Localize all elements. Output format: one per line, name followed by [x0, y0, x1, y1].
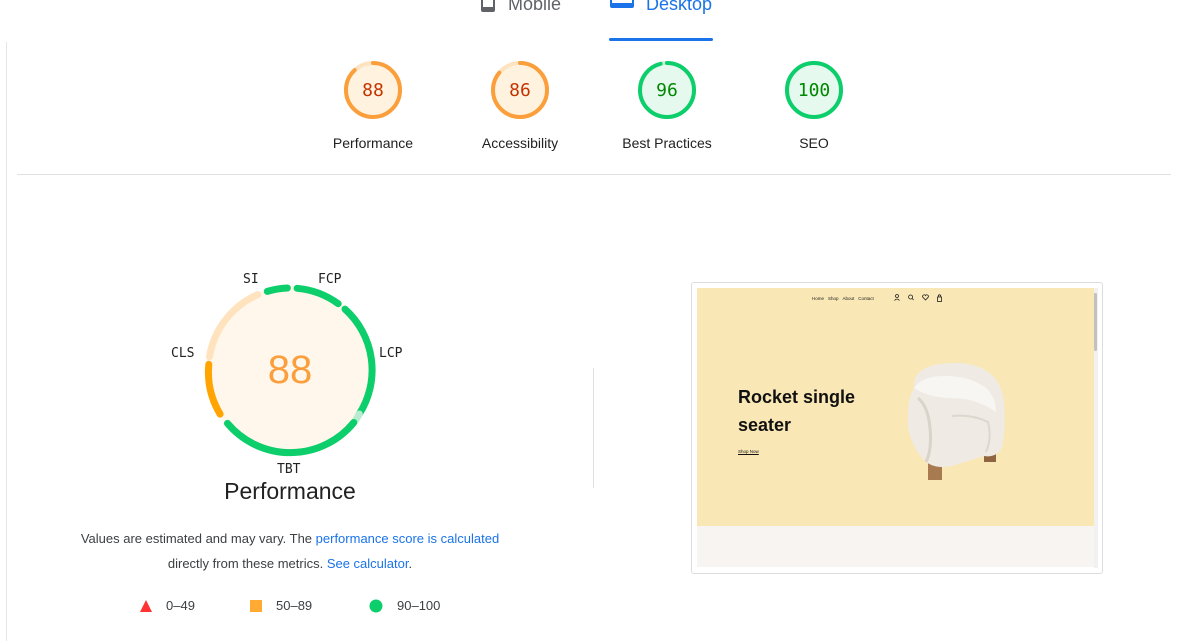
metric-label-tbt[interactable]: TBT: [277, 462, 300, 477]
gauge-seo[interactable]: 100: [784, 60, 844, 120]
tab-desktop[interactable]: Desktop: [610, 0, 712, 24]
legend-average: 50–89: [250, 598, 312, 613]
metric-label-si[interactable]: SI: [243, 272, 259, 287]
preview-scrollbar-thumb: [1094, 293, 1097, 351]
left-border: [6, 42, 7, 641]
description-prefix: Values are estimated and may vary. The: [80, 531, 316, 546]
gauge-accessibility[interactable]: 86: [490, 60, 550, 120]
gauge-performance[interactable]: 88: [343, 60, 403, 120]
score-calculated-link[interactable]: performance score is calculated: [316, 531, 500, 546]
tab-desktop-label: Desktop: [646, 0, 713, 14]
preview-hero-title: Rocket single seater: [738, 387, 856, 435]
metric-label-lcp[interactable]: LCP: [379, 346, 402, 361]
search-icon: [908, 294, 914, 301]
preview-nav: Home Shop About Contact: [812, 296, 874, 301]
orange-square-icon: [250, 599, 262, 612]
description-middle: directly from these metrics.: [167, 556, 327, 571]
performance-title: Performance: [224, 478, 356, 504]
score-value: 86: [509, 79, 531, 101]
preview-shop-now-link: Shop Now: [738, 449, 759, 454]
legend-range: 0–49: [166, 598, 195, 613]
preview-nav-contact: Contact: [858, 296, 874, 301]
description-suffix: .: [408, 556, 413, 571]
vertical-divider: [593, 368, 594, 488]
legend-pass: 90–100: [369, 598, 440, 613]
tab-mobile-label: Mobile: [508, 0, 562, 14]
see-calculator-link[interactable]: See calculator: [327, 556, 409, 571]
score-description: Values are estimated and may vary. The p…: [40, 526, 540, 576]
gauge-label-performance: Performance: [332, 135, 414, 151]
gauge-label-seo: SEO: [799, 135, 829, 151]
preview-nav-home: Home: [812, 296, 825, 301]
preview-nav-icons: [894, 294, 942, 302]
legend-fail: 0–49: [140, 598, 195, 613]
performance-score: 88: [267, 347, 313, 392]
tab-mobile[interactable]: Mobile: [480, 0, 561, 24]
legend-range: 50–89: [276, 598, 313, 613]
gauge-label-best-practices: Best Practices: [622, 135, 712, 151]
page-screenshot-preview[interactable]: Home Shop About Contact Rocket single se…: [691, 282, 1103, 574]
armchair-image: [907, 363, 1005, 480]
metric-label-cls[interactable]: CLS: [171, 346, 194, 361]
hero-lower-section: [697, 526, 1094, 567]
gauge-label-accessibility: Accessibility: [481, 135, 559, 151]
mobile-icon: [480, 0, 496, 18]
red-triangle-icon: [140, 599, 152, 612]
heart-icon: [922, 294, 929, 301]
score-value: 96: [656, 79, 678, 101]
preview-nav-shop: Shop: [828, 296, 839, 301]
gauge-best-practices[interactable]: 96: [637, 60, 697, 120]
active-tab-indicator: [609, 38, 713, 41]
preview-nav-about: About: [842, 296, 855, 301]
legend-range: 90–100: [397, 598, 441, 613]
green-circle-icon: [369, 599, 383, 612]
desktop-icon: [610, 0, 634, 18]
metric-label-fcp[interactable]: FCP: [318, 272, 341, 287]
section-divider: [17, 174, 1171, 175]
user-icon: [894, 294, 900, 301]
score-value: 100: [797, 79, 831, 101]
cart-icon: [937, 294, 942, 302]
score-value: 88: [362, 79, 384, 101]
